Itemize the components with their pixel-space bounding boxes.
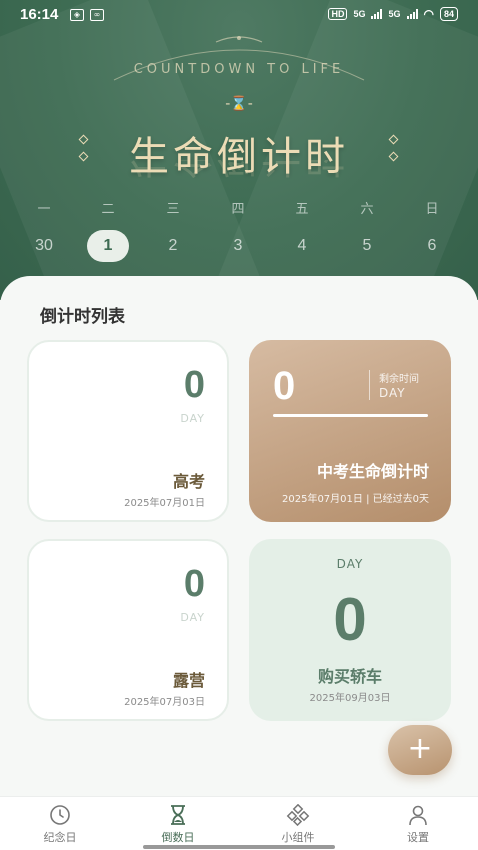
tab-label: 纪念日: [43, 831, 77, 844]
weekday-row: 一 二 三 四 五 六 日: [0, 198, 478, 218]
countdown-card[interactable]: 0 DAY 露营 2025年07月03日: [27, 539, 229, 721]
clock-icon: [20, 803, 100, 827]
card-date: 2025年07月01日: [124, 498, 205, 509]
user-icon: [378, 803, 458, 827]
signal-1-icon: [371, 9, 383, 19]
network-1-label: 5G: [353, 9, 366, 19]
card-name: 高考: [172, 472, 205, 491]
battery-icon: 84: [439, 7, 458, 21]
title-reflection: 生命倒计时: [0, 160, 478, 190]
featured-countdown-card[interactable]: 0 剩余时间 DAY 中考生命倒计时 2025年07月01日 | 已经过去0天: [249, 340, 451, 522]
card-date: 2025年07月01日 | 已经过去0天: [282, 494, 429, 505]
date-cell[interactable]: 3: [217, 230, 259, 262]
weekday-label: 六: [360, 202, 374, 217]
date-row: 30 1 2 3 4 5 6: [0, 230, 478, 262]
date-cell[interactable]: 6: [411, 230, 453, 262]
date-cell[interactable]: 4: [281, 230, 323, 262]
days-unit: DAY: [180, 412, 205, 425]
days-number: 0: [333, 586, 367, 653]
card-date: 2025年07月03日: [124, 697, 205, 708]
status-bar: 16:14 ◈ ∞ HD 5G 5G ◠ 84: [0, 0, 478, 30]
date-cell[interactable]: 5: [346, 230, 388, 262]
weekday-label: 四: [231, 202, 245, 217]
date-cell-selected[interactable]: 1: [87, 230, 129, 262]
home-indicator: [143, 845, 335, 849]
tab-label: 设置: [407, 831, 429, 844]
weekday-label: 日: [425, 202, 439, 217]
app-notification-icon: ∞: [90, 9, 104, 21]
days-number: 0: [183, 563, 205, 605]
hero-header: 16:14 ◈ ∞ HD 5G 5G ◠ 84 COUNTDOWN TO LIF…: [0, 0, 478, 300]
tab-label: 倒数日: [161, 831, 195, 844]
weekday-label: 三: [166, 202, 180, 217]
tab-label: 小组件: [281, 831, 315, 844]
weekday-label: 五: [295, 202, 309, 217]
progress-line: [273, 414, 428, 417]
days-unit: DAY: [336, 557, 364, 571]
card-name: 露营: [172, 671, 205, 690]
decorative-arc: [113, 36, 365, 81]
tab-settings[interactable]: 设置: [378, 803, 458, 845]
days-number: 0: [273, 364, 296, 408]
date-cell[interactable]: 2: [152, 230, 194, 262]
weekday-label: 一: [37, 202, 51, 217]
weekday-label: 二: [101, 202, 115, 217]
bottom-tab-bar: 纪念日 倒数日 小组件 设置: [0, 796, 478, 850]
status-right: HD 5G 5G ◠ 84: [328, 7, 458, 21]
hourglass-icon: -⌛-: [225, 96, 253, 112]
status-time: 16:14: [20, 6, 59, 23]
card-date: 2025年09月03日: [309, 693, 391, 704]
countdown-card[interactable]: 0 DAY 高考 2025年07月01日: [27, 340, 229, 522]
countdown-card-mint[interactable]: DAY 0 购买轿车 2025年09月03日: [249, 539, 451, 721]
tab-countdown[interactable]: 倒数日: [138, 803, 218, 845]
list-title: 倒计时列表: [40, 307, 125, 327]
divider: [369, 370, 370, 400]
hd-badge: HD: [328, 8, 348, 20]
card-name: 购买轿车: [317, 667, 382, 686]
days-number: 0: [183, 364, 205, 406]
notification-icon: ◈: [70, 9, 84, 21]
wifi-icon: ◠: [423, 7, 434, 21]
network-2-label: 5G: [388, 9, 401, 19]
add-countdown-button[interactable]: +: [388, 725, 452, 775]
hero-subtitle: COUNTDOWN TO LIFE: [133, 62, 345, 77]
tab-widgets[interactable]: 小组件: [258, 803, 338, 845]
date-cell[interactable]: 30: [23, 230, 65, 262]
remaining-label: 剩余时间: [379, 374, 419, 385]
widgets-icon: [258, 803, 338, 827]
days-unit: DAY: [180, 611, 205, 624]
days-unit: DAY: [379, 386, 406, 400]
signal-2-icon: [406, 9, 418, 19]
tab-anniversary[interactable]: 纪念日: [20, 803, 100, 845]
card-name: 中考生命倒计时: [316, 462, 429, 481]
hourglass-icon: [138, 803, 218, 827]
